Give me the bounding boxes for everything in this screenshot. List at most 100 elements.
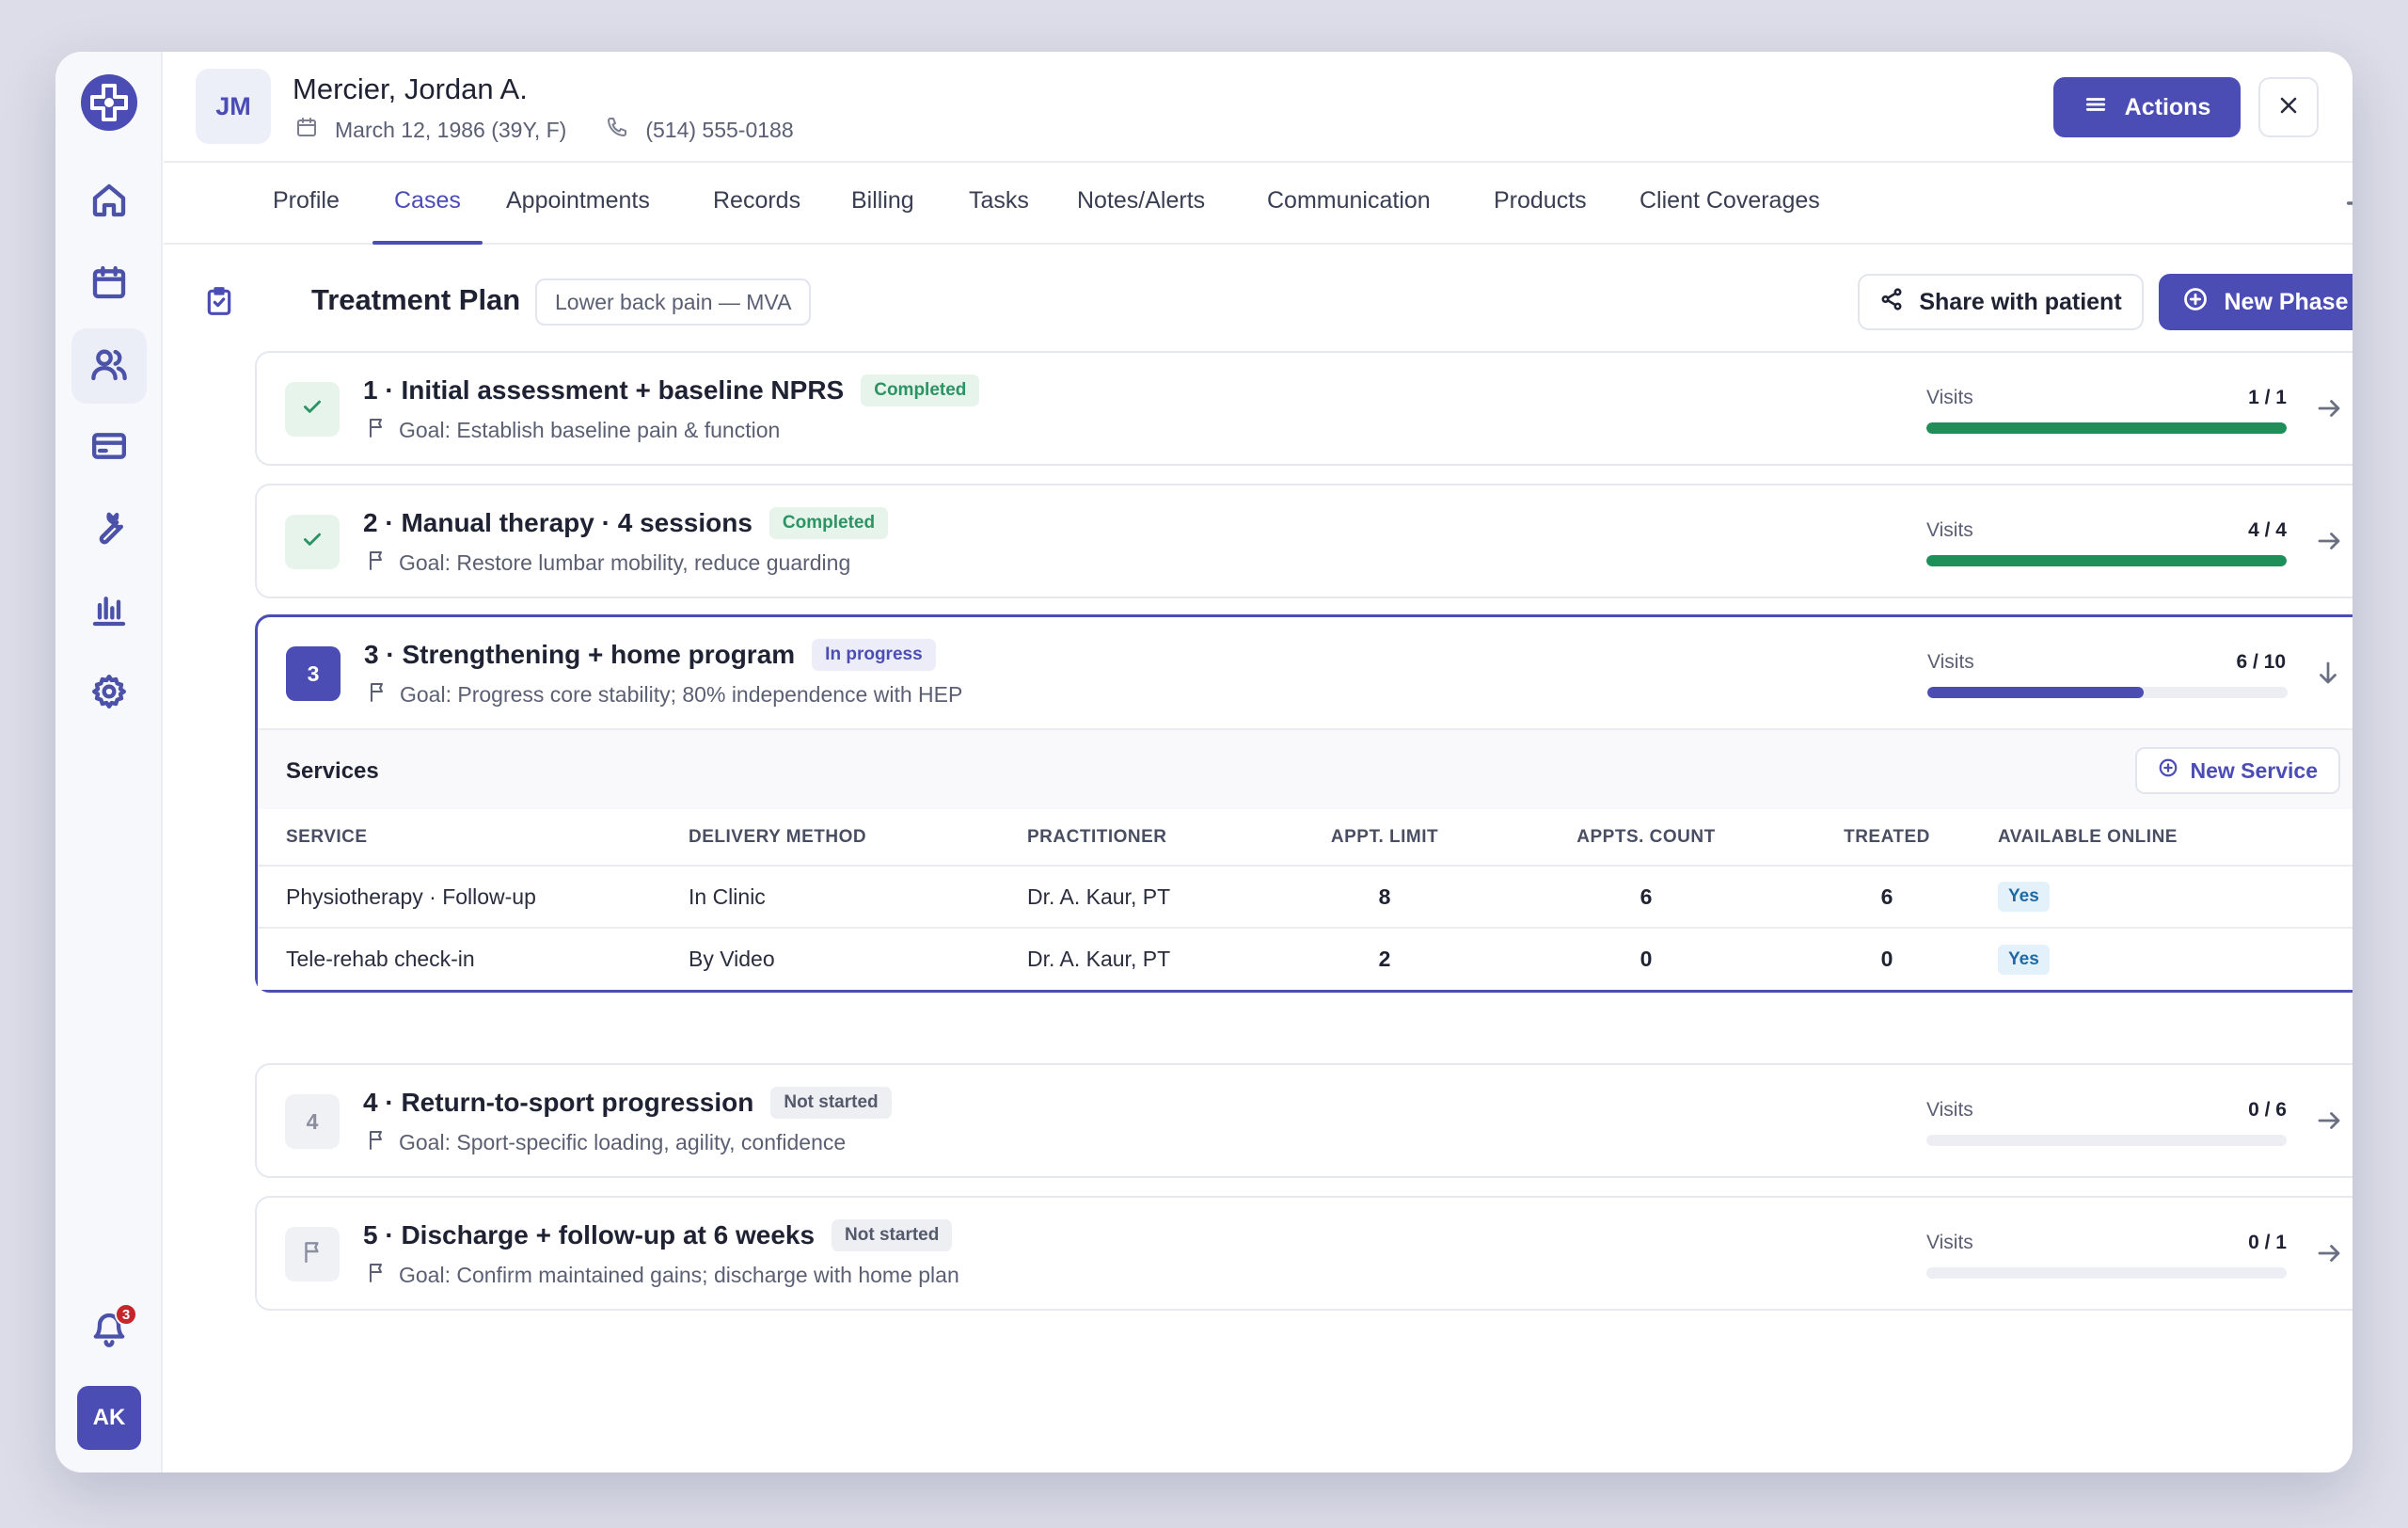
nav-patients[interactable] xyxy=(71,328,147,404)
open-phase-button[interactable] xyxy=(2315,1106,2343,1135)
services-table: SERVICE DELIVERY METHOD PRACTITIONER APP… xyxy=(258,809,2353,990)
phase-goal-text: Goal: Sport-specific loading, agility, c… xyxy=(399,1129,847,1154)
visits-label: Visits xyxy=(1927,651,1974,673)
case-chip[interactable]: Lower back pain — MVA xyxy=(535,279,812,326)
phase-card[interactable]: 5 · Discharge + follow-up at 6 weeks Not… xyxy=(255,1196,2353,1311)
visits-progress-fill xyxy=(1926,555,2287,566)
phase-goal: Goal: Confirm maintained gains; discharg… xyxy=(367,1262,959,1288)
tab-client-coverages[interactable]: Client Coverages xyxy=(1640,163,1820,245)
visits-label: Visits xyxy=(1926,1099,1973,1121)
tabs-scroll-right[interactable] xyxy=(2343,187,2353,219)
delivery-method-cell: In Clinic xyxy=(689,866,1027,929)
phase-title-text: 3 · Strengthening + home program xyxy=(364,640,796,669)
open-phase-button[interactable] xyxy=(2315,1239,2343,1267)
column-header[interactable]: APPT. LIMIT xyxy=(1272,809,1497,867)
patient-avatar: JM xyxy=(196,69,271,144)
arrow-down-icon xyxy=(2314,661,2342,691)
phase-status-badge xyxy=(285,382,340,437)
app-logo[interactable] xyxy=(79,72,139,133)
tab-notes-alerts[interactable]: Notes/Alerts xyxy=(1077,163,1205,245)
phase-goal-text: Goal: Establish baseline pain & function xyxy=(399,417,781,442)
services-panel: Services New Service SERVICE DELIVERY ME… xyxy=(258,728,2353,990)
close-button[interactable] xyxy=(2258,77,2319,137)
sidebar: 3 AK xyxy=(55,52,163,1472)
column-header[interactable]: DELIVERY METHOD xyxy=(689,809,1027,867)
tab-profile[interactable]: Profile xyxy=(273,163,340,245)
table-row[interactable]: Tele-rehab check-in By Video Dr. A. Kaur… xyxy=(258,928,2353,990)
phase-number-badge: 3 xyxy=(286,646,341,701)
gear-icon xyxy=(90,673,128,715)
phase-title: 5 · Discharge + follow-up at 6 weeks Not… xyxy=(363,1219,953,1251)
phase-card[interactable]: 4 4 · Return-to-sport progression Not st… xyxy=(255,1063,2353,1178)
new-service-label: New Service xyxy=(2190,757,2318,783)
nav-billing[interactable] xyxy=(71,410,147,485)
arrow-right-icon xyxy=(2315,533,2343,559)
user-avatar[interactable]: AK xyxy=(77,1386,141,1450)
nav-reports[interactable] xyxy=(71,574,147,649)
nav-calendar[interactable] xyxy=(71,247,147,322)
nav-tools[interactable] xyxy=(71,492,147,567)
tab-tasks[interactable]: Tasks xyxy=(969,163,1029,245)
column-header[interactable]: APPTS. COUNT xyxy=(1497,809,1795,867)
collapse-phase-button[interactable] xyxy=(2314,659,2342,687)
nav-notifications[interactable] xyxy=(71,1294,147,1369)
tab-products[interactable]: Products xyxy=(1494,163,1587,245)
status-badge: Completed xyxy=(768,507,889,539)
phase-goal: Goal: Establish baseline pain & function xyxy=(367,417,780,443)
tab-records[interactable]: Records xyxy=(713,163,800,245)
phase-card-expanded[interactable]: 3 3 · Strengthening + home program In pr… xyxy=(255,614,2353,993)
yes-badge: Yes xyxy=(1998,944,2050,975)
phase-card[interactable]: 1 · Initial assessment + baseline NPRS C… xyxy=(255,351,2353,466)
phase-title-text: 2 · Manual therapy · 4 sessions xyxy=(363,508,752,537)
service-cell: Tele-rehab check-in xyxy=(286,947,475,971)
column-header[interactable]: PRACTITIONER xyxy=(1027,809,1272,867)
patient-dob: March 12, 1986 (39Y, F) xyxy=(335,117,567,142)
nav-home[interactable] xyxy=(71,165,147,240)
open-phase-button[interactable] xyxy=(2315,394,2343,422)
treated-cell: 0 xyxy=(1880,947,1893,971)
new-service-button[interactable]: New Service xyxy=(2135,747,2340,794)
main-content: JM Mercier, Jordan A. March 12, 1986 (39… xyxy=(164,52,2353,1472)
flag-icon xyxy=(367,1129,399,1155)
column-header[interactable]: SERVICE xyxy=(258,809,689,867)
actions-label: Actions xyxy=(2124,93,2211,120)
visits-count: 4 / 4 xyxy=(2248,519,2287,541)
plus-circle-icon xyxy=(2158,757,2178,784)
status-badge: In progress xyxy=(812,639,936,671)
column-header[interactable]: TREATED xyxy=(1795,809,1979,867)
available-online-cell: Yes xyxy=(1979,866,2353,929)
plan-title: Treatment Plan xyxy=(311,283,521,316)
phase-status-badge xyxy=(285,1227,340,1281)
phase-card[interactable]: 2 · Manual therapy · 4 sessions Complete… xyxy=(255,484,2353,598)
nav-settings[interactable] xyxy=(71,656,147,731)
actions-button[interactable]: Actions xyxy=(2053,77,2241,137)
open-phase-button[interactable] xyxy=(2315,527,2343,555)
patient-name: Mercier, Jordan A. xyxy=(293,72,528,105)
phone-icon xyxy=(606,116,645,144)
appt-limit-cell: 2 xyxy=(1378,947,1391,971)
tab-cases[interactable]: Cases xyxy=(372,163,483,245)
table-row[interactable]: Physiotherapy · Follow-up In Clinic Dr. … xyxy=(258,866,2353,929)
tab-billing[interactable]: Billing xyxy=(851,163,914,245)
new-phase-button[interactable]: New Phase xyxy=(2159,274,2353,330)
practitioner-cell: Dr. A. Kaur, PT xyxy=(1027,866,1272,929)
phase-title: 3 · Strengthening + home program In prog… xyxy=(364,639,936,671)
visits-progress-bar xyxy=(1927,687,2288,698)
tab-communication[interactable]: Communication xyxy=(1267,163,1431,245)
flag-icon xyxy=(367,1262,399,1288)
tab-appointments[interactable]: Appointments xyxy=(506,163,650,245)
patient-phone[interactable]: (514) 555-0188 xyxy=(645,118,793,143)
chart-icon xyxy=(90,591,128,633)
check-icon xyxy=(300,394,325,424)
visits-progress-fill xyxy=(1926,422,2287,434)
new-phase-label: New Phase xyxy=(2224,288,2349,315)
share-with-patient-button[interactable]: Share with patient xyxy=(1858,274,2144,330)
visits-progress-bar xyxy=(1926,422,2287,434)
column-header[interactable]: AVAILABLE ONLINE xyxy=(1979,809,2353,867)
phase-title: 4 · Return-to-sport progression Not star… xyxy=(363,1087,892,1119)
treated-cell: 6 xyxy=(1795,866,1979,929)
delivery-method-cell: By Video xyxy=(689,947,775,971)
phase-title: 2 · Manual therapy · 4 sessions Complete… xyxy=(363,507,889,539)
patient-tabs: Profile Cases Appointments Records Billi… xyxy=(164,163,2353,245)
share-label: Share with patient xyxy=(1919,288,2122,315)
